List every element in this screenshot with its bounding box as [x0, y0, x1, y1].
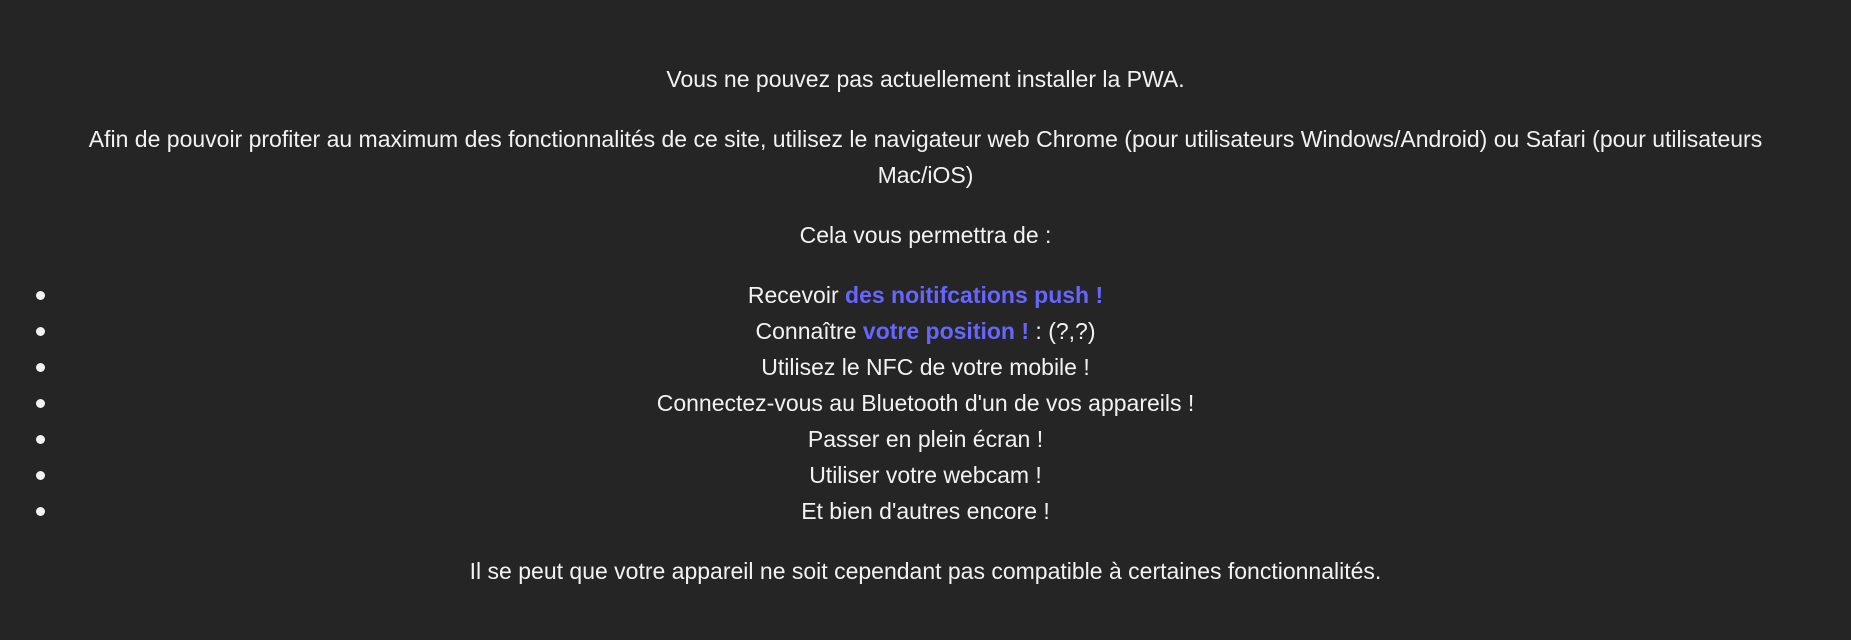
feature-text: Passer en plein écran ! [807, 426, 1044, 452]
feature-highlight: votre position ! [862, 318, 1030, 344]
features-lead-text: Cela vous permettra de : [799, 222, 1052, 248]
list-item: Et bien d'autres encore ! [36, 493, 1815, 529]
list-item: Recevoir des noitifcations push ! [36, 277, 1815, 313]
bullet-icon [36, 471, 45, 480]
browser-advice-text: Afin de pouvoir profiter au maximum des … [88, 126, 1763, 188]
compatibility-note: Il se peut que votre appareil ne soit ce… [469, 558, 1382, 584]
list-item: Utiliser votre webcam ! [36, 457, 1815, 493]
intro-text: Vous ne pouvez pas actuellement installe… [666, 66, 1185, 92]
list-item: Utilisez le NFC de votre mobile ! [36, 349, 1815, 385]
list-item: Connaître votre position ! : (?,?) [36, 313, 1815, 349]
list-item: Passer en plein écran ! [36, 421, 1815, 457]
feature-text: Recevoir [747, 282, 846, 308]
bullet-icon [36, 399, 45, 408]
feature-text: Utiliser votre webcam ! [809, 462, 1042, 488]
position-readout: : (?,?) [1029, 318, 1096, 344]
features-list: Recevoir des noitifcations push ! Connaî… [36, 277, 1815, 529]
bullet-icon [36, 363, 45, 372]
feature-text: Utilisez le NFC de votre mobile ! [761, 354, 1090, 380]
feature-text: Connaître [755, 318, 863, 344]
pwa-install-notice: Vous ne pouvez pas actuellement installe… [0, 0, 1851, 640]
bullet-icon [36, 435, 45, 444]
feature-highlight: des noitifcations push ! [845, 282, 1104, 308]
bullet-icon [36, 327, 45, 336]
feature-text: Et bien d'autres encore ! [801, 498, 1050, 524]
bullet-icon [36, 291, 45, 300]
feature-text: Connectez-vous au Bluetooth d'un de vos … [656, 390, 1195, 416]
list-item: Connectez-vous au Bluetooth d'un de vos … [36, 385, 1815, 421]
bullet-icon [36, 507, 45, 516]
